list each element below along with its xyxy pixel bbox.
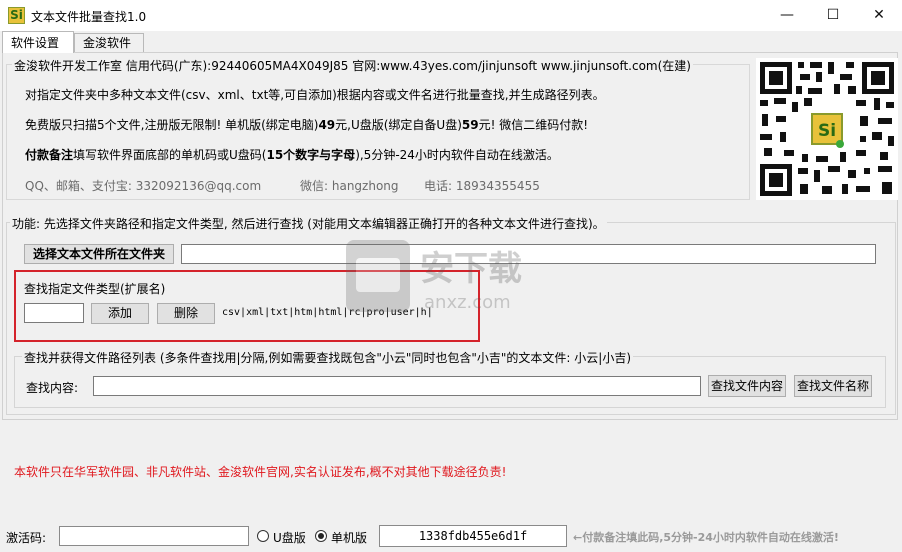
find-name-button[interactable]: 查找文件名称 [794,375,872,397]
pricing-text-mid: 元,U盘版(绑定自备U盘) [335,118,462,132]
window-title: 文本文件批量查找1.0 [31,10,147,24]
pc-version-radio[interactable] [315,530,327,542]
search-content-label: 查找内容: [26,381,79,395]
function-title: 功能: 先选择文件夹路径和指定文件类型, 然后进行查找 (对能用文本编辑器正确打… [10,215,607,232]
add-ext-button[interactable]: 添加 [91,303,149,324]
select-folder-button[interactable]: 选择文本文件所在文件夹 [24,244,174,264]
search-title: 查找并获得文件路径列表 (多条件查找用|分隔,例如需要查找既包含"小云"同时也包… [22,349,634,366]
pricing-text-post: 元! 微信二维码付款! [478,118,589,132]
payment-note-label: 付款备注 [25,148,74,162]
maximize-button[interactable]: ☐ [810,0,856,31]
price-single: 49 [318,118,336,132]
activation-label: 激活码: [6,531,47,545]
info-header: 金浚软件开发工作室 信用代码(广东):92440605MA4X049J85 官网… [12,57,693,74]
watermark-text: 安下载 [420,249,522,289]
close-button[interactable]: ✕ [856,0,902,31]
payment-note-text: 填写软件界面底部的单机码或U盘码( [73,148,267,162]
info-payment-note: 付款备注填写软件界面底部的单机码或U盘码(15个数字与字母),5分钟-24小时内… [25,146,559,163]
wechat-qr-code: Si [756,58,898,200]
tab-jinjun-software[interactable]: 金浚软件 [74,33,144,52]
payment-note-post: ),5分钟-24小时内软件自动在线激活。 [355,148,559,162]
ext-input[interactable] [24,303,84,323]
pc-version-label[interactable]: 单机版 [331,529,367,546]
info-pricing: 免费版只扫描5个文件,注册版无限制! 单机版(绑定电脑)49元,U盘版(绑定自备… [25,116,588,133]
contact-wechat: 微信: hangzhong [300,179,399,193]
usb-version-label[interactable]: U盘版 [273,529,306,546]
pricing-text-pre: 免费版只扫描5个文件,注册版无限制! 单机版(绑定电脑) [25,118,319,132]
watermark-subtext: anxz.com [424,292,511,313]
activation-code-input[interactable] [59,526,249,546]
machine-code-field[interactable]: 1338fdb455e6d1f [379,525,567,547]
search-content-input[interactable] [93,376,701,396]
payment-note-length: 15个数字与字母 [266,148,356,162]
ext-label: 查找指定文件类型(扩展名) [24,282,166,296]
payment-hint: ←付款备注填此码,5分钟-24小时内软件自动在线激活! [573,531,839,544]
find-content-button[interactable]: 查找文件内容 [708,375,786,397]
usb-version-radio[interactable] [257,530,269,542]
tab-software-settings[interactable]: 软件设置 [2,31,74,53]
distribution-notice: 本软件只在华军软件园、非凡软件站、金浚软件官网,实名认证发布,概不对其他下载途径… [14,465,507,479]
watermark-logo: 安下载 anxz.com [346,240,522,313]
app-icon: Si [8,7,25,24]
info-description: 对指定文件夹中多种文本文件(csv、xml、txt等,可自添加)根据内容或文件名… [25,88,605,102]
price-usb: 59 [461,118,479,132]
contact-phone: 电话: 18934355455 [424,179,540,193]
svg-text:Si: Si [818,121,836,141]
contact-qq: QQ、邮箱、支付宝: 332092136@qq.com [25,179,262,193]
delete-ext-button[interactable]: 删除 [157,303,215,324]
minimize-button[interactable]: — [764,0,810,31]
